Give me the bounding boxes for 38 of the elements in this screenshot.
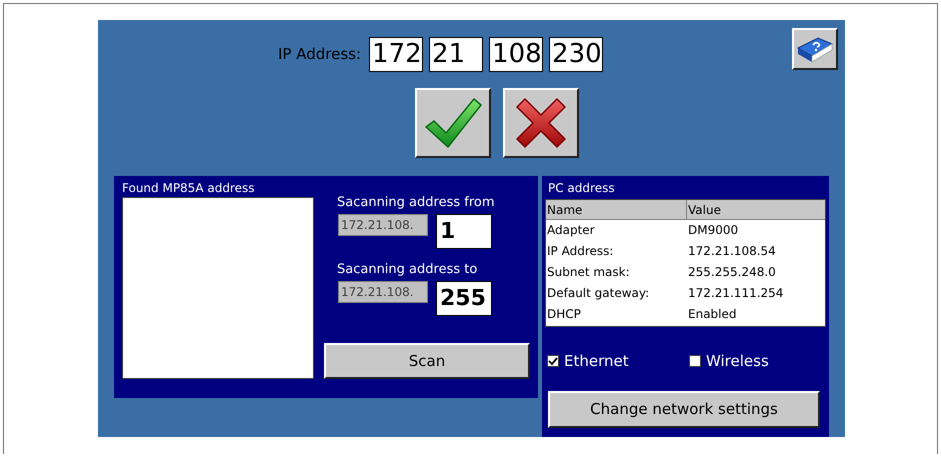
scan-to-label: Sacanning address to	[337, 261, 478, 279]
help-button[interactable]	[792, 28, 838, 70]
ip-octet-field[interactable]: 172	[369, 37, 424, 72]
ip-address-label: IP Address:	[278, 44, 362, 66]
checkbox[interactable]	[547, 355, 559, 368]
scan-button[interactable]: Scan	[324, 343, 530, 379]
scan-from-label: Sacanning address from	[337, 194, 496, 212]
address-prefix: 172.21.108.	[338, 281, 428, 303]
table-cell-text: DM9000	[687, 222, 740, 239]
table-cell-text: IP Address:	[546, 243, 614, 260]
ip-octet-field[interactable]: 21	[429, 37, 484, 72]
panel-title: Found MP85A address	[122, 180, 256, 196]
change-network-settings-button[interactable]: Change network settings	[548, 390, 820, 428]
column-header[interactable]: Name	[546, 200, 687, 219]
checkbox-label: Wireless	[706, 351, 769, 372]
table-cell-text: DHCP	[546, 306, 582, 323]
panel-title: PC address	[548, 181, 616, 195]
cancel-button[interactable]	[503, 88, 579, 158]
checkmark-icon	[424, 97, 482, 149]
table-cell-text: 172.21.108.54	[687, 243, 777, 260]
ip-octet-field[interactable]: 230	[549, 37, 604, 72]
found-address-list[interactable]	[122, 197, 314, 379]
address-prefix: 172.21.108.	[338, 214, 428, 236]
table-cell-text: Subnet mask:	[546, 264, 631, 281]
table-cell-text: 255.255.248.0	[687, 264, 777, 281]
checkbox-label: Ethernet	[564, 351, 629, 372]
close-icon	[515, 97, 567, 149]
checkmark-icon	[548, 356, 558, 366]
confirm-button[interactable]	[415, 88, 491, 158]
table-cell-text: 172.21.111.254	[687, 285, 784, 302]
scan-to-field[interactable]: 255	[436, 281, 492, 316]
column-header[interactable]: Value	[687, 200, 825, 219]
table-cell-text: Adapter	[546, 222, 596, 239]
scan-from-field[interactable]: 1	[436, 214, 492, 249]
table-cell-text: Default gateway:	[546, 285, 650, 302]
table-cell-text: Enabled	[687, 306, 738, 323]
ip-octet-field[interactable]: 108	[489, 37, 544, 72]
checkbox[interactable]	[689, 355, 701, 368]
